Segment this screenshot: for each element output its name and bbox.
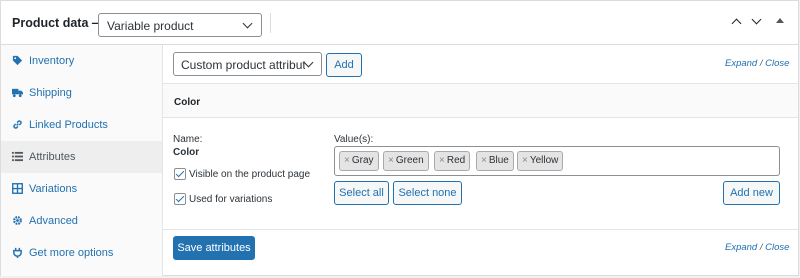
sidebar-item-label: Linked Products [29, 119, 108, 131]
remove-icon[interactable]: × [522, 155, 528, 166]
close-link[interactable]: Close [765, 58, 789, 69]
value-tag-blue: × Blue [476, 151, 514, 171]
value-tag-label: Blue [488, 155, 509, 166]
move-up-button[interactable] [730, 15, 744, 29]
expand-link[interactable]: Expand [725, 58, 757, 69]
sidebar-item-attributes[interactable]: Attributes [1, 141, 162, 173]
remove-icon[interactable]: × [344, 155, 350, 166]
chevron-down-icon [303, 57, 314, 68]
sidebar-item-get-more-options[interactable]: Get more options [1, 237, 162, 269]
check-icon [175, 168, 185, 178]
check-icon [175, 193, 185, 203]
sidebar-item-label: Shipping [29, 87, 72, 99]
sidebar-item-label: Inventory [29, 55, 75, 67]
sidebar-item-shipping[interactable]: Shipping [1, 77, 162, 109]
remove-icon[interactable]: × [388, 155, 394, 166]
link-separator: / [757, 58, 766, 69]
value-tag-label: Yellow [529, 155, 559, 166]
used-for-variations-label: Used for variations [189, 194, 273, 205]
expand-close-links-bottom: Expand / Close [725, 242, 789, 253]
list-icon [12, 151, 23, 162]
chevron-up-icon [731, 18, 742, 29]
toggle-panel-button[interactable] [776, 18, 784, 23]
save-attributes-button[interactable]: Save attributes [173, 236, 255, 260]
values-label: Value(s): [334, 134, 374, 145]
value-tag-red: × Red [434, 151, 471, 171]
attribute-type-value: Custom product attribute [181, 58, 305, 72]
attribute-type-select[interactable]: Custom product attribute [173, 52, 322, 76]
move-down-button[interactable] [750, 14, 764, 29]
truck-icon [12, 88, 23, 98]
sidebar-item-label: Variations [29, 183, 78, 195]
sidebar-item-linked-products[interactable]: Linked Products [1, 109, 162, 141]
chevron-down-icon [242, 18, 253, 29]
value-tag-yellow: × Yellow [517, 151, 564, 171]
value-tag-label: Green [395, 155, 424, 166]
visible-on-product-page-checkbox[interactable] [174, 168, 186, 180]
chevron-down-icon [751, 14, 762, 25]
add-attribute-button[interactable]: Add [326, 53, 362, 77]
grid-icon [12, 183, 23, 194]
visible-on-product-page-label: Visible on the product page [189, 169, 311, 180]
expand-link[interactable]: Expand [725, 242, 757, 253]
product-type-select[interactable]: Variable product [98, 13, 262, 37]
panel-title: Product data — [12, 16, 105, 30]
used-for-variations-checkbox[interactable] [174, 193, 186, 205]
product-data-tabs: Inventory Shipping Linked Products Attri… [1, 45, 163, 276]
sidebar-item-label: Advanced [29, 215, 78, 227]
product-type-value: Variable product [107, 19, 194, 33]
attribute-values-input[interactable]: × Gray × Green × Red × Blue × Yellow [334, 146, 780, 176]
link-separator: / [757, 242, 766, 253]
value-tag-green: × Green [383, 151, 429, 171]
select-all-button[interactable]: Select all [334, 181, 389, 205]
product-data-panel: Product data — Variable product Inventor… [0, 0, 799, 276]
close-link[interactable]: Close [765, 242, 789, 253]
attribute-name-value: Color [173, 147, 200, 158]
sidebar-item-variations[interactable]: Variations [1, 173, 162, 205]
sidebar-item-advanced[interactable]: Advanced [1, 205, 162, 237]
sidebar-item-label: Get more options [29, 247, 114, 259]
panel-header: Product data — Variable product [1, 1, 798, 45]
value-tag-gray: × Gray [339, 151, 379, 171]
sidebar-item-inventory[interactable]: Inventory [1, 45, 162, 77]
sidebar-item-label: Attributes [29, 151, 76, 163]
value-tag-label: Red [446, 155, 466, 166]
remove-icon[interactable]: × [481, 155, 487, 166]
value-tag-label: Gray [351, 155, 374, 166]
remove-icon[interactable]: × [439, 155, 445, 166]
gear-icon [13, 216, 22, 225]
tag-icon [12, 55, 23, 66]
select-none-button[interactable]: Select none [393, 181, 462, 205]
expand-close-links-top: Expand / Close [725, 58, 789, 69]
name-label: Name: [173, 134, 203, 145]
attribute-header[interactable]: Color [163, 84, 798, 118]
header-divider [270, 13, 271, 33]
attribute-heading: Color [174, 97, 201, 108]
add-new-value-button[interactable]: Add new [723, 181, 780, 205]
plugin-icon [13, 247, 22, 258]
link-icon [13, 120, 22, 129]
